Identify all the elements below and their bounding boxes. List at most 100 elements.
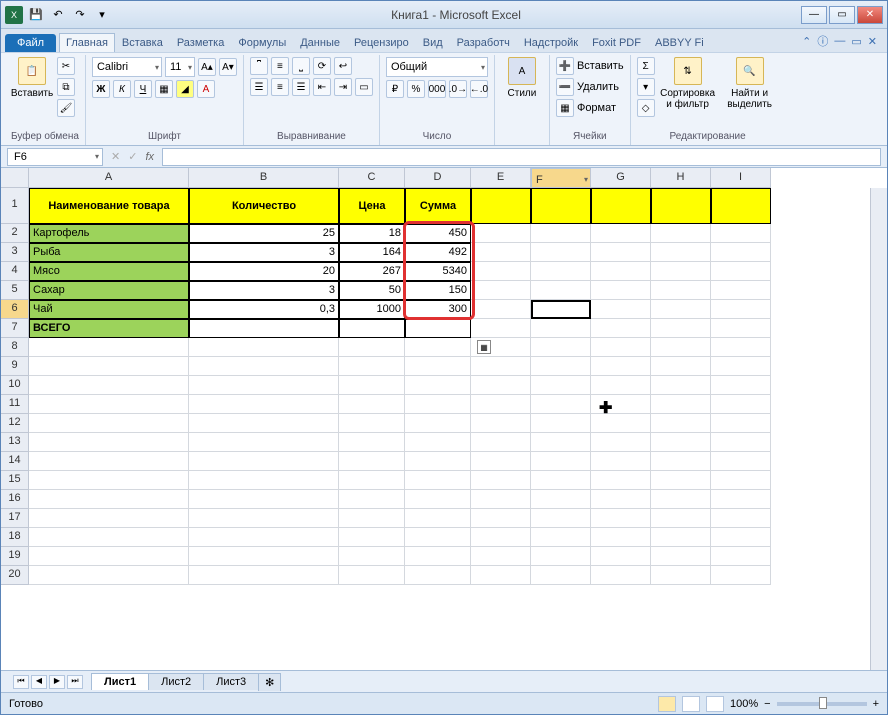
save-icon[interactable]: 💾	[27, 6, 45, 24]
row-header-1[interactable]: 1	[1, 188, 29, 224]
cell-B6[interactable]: 0,3	[189, 300, 339, 319]
cell-F5[interactable]	[531, 281, 591, 300]
cell-E4[interactable]	[471, 262, 531, 281]
autosum-icon[interactable]: Σ	[637, 57, 655, 75]
align-bottom-icon[interactable]: ⎵	[292, 57, 310, 75]
col-header-I[interactable]: I	[711, 168, 771, 188]
cell-A1[interactable]: Наименование товара	[29, 188, 189, 224]
decrease-indent-icon[interactable]: ⇤	[313, 78, 331, 96]
ribbon-minimize-icon[interactable]: ⌃	[802, 35, 811, 48]
tab-developer[interactable]: Разработч	[450, 33, 517, 52]
enter-formula-icon[interactable]: ✓	[128, 150, 137, 163]
cancel-formula-icon[interactable]: ✕	[111, 150, 120, 163]
tab-formulas[interactable]: Формулы	[231, 33, 293, 52]
cell-E7[interactable]	[471, 319, 531, 338]
row-header-20[interactable]: 20	[1, 566, 29, 585]
col-header-F[interactable]: F	[531, 168, 591, 188]
cell-D5[interactable]: 150	[405, 281, 471, 300]
zoom-slider[interactable]	[777, 702, 867, 706]
cell-H4[interactable]	[651, 262, 711, 281]
row-header-8[interactable]: 8	[1, 338, 29, 357]
clear-icon[interactable]: ◇	[637, 99, 655, 117]
mdi-minimize-icon[interactable]: —	[834, 35, 845, 47]
cell-G2[interactable]	[591, 224, 651, 243]
page-layout-view-button[interactable]	[682, 696, 700, 712]
align-left-icon[interactable]: ☰	[250, 78, 268, 96]
cell-C3[interactable]: 164	[339, 243, 405, 262]
cell-C6[interactable]: 1000	[339, 300, 405, 319]
copy-icon[interactable]: ⧉	[57, 78, 75, 96]
delete-cells-icon[interactable]: ➖	[556, 78, 574, 96]
formula-input[interactable]	[162, 148, 881, 166]
cell-I2[interactable]	[711, 224, 771, 243]
cell-D6[interactable]: 300	[405, 300, 471, 319]
zoom-in-button[interactable]: +	[873, 698, 879, 710]
cell-A6[interactable]: Чай	[29, 300, 189, 319]
tab-foxit[interactable]: Foxit PDF	[585, 33, 648, 52]
underline-button[interactable]: Ч	[134, 80, 152, 98]
fill-color-icon[interactable]: ◢	[176, 80, 194, 98]
sheet-nav-first[interactable]: ⏮	[13, 675, 29, 689]
cell-B3[interactable]: 3	[189, 243, 339, 262]
cell-F1[interactable]	[531, 188, 591, 224]
row-header-5[interactable]: 5	[1, 281, 29, 300]
format-cells-label[interactable]: Формат	[577, 102, 616, 114]
cell-F3[interactable]	[531, 243, 591, 262]
cell-I4[interactable]	[711, 262, 771, 281]
insert-cells-icon[interactable]: ➕	[556, 57, 574, 75]
sheet-tab-2[interactable]: Лист2	[148, 673, 204, 690]
tab-layout[interactable]: Разметка	[170, 33, 232, 52]
col-header-E[interactable]: E	[471, 168, 531, 188]
orientation-icon[interactable]: ⟳	[313, 57, 331, 75]
vertical-scrollbar[interactable]	[870, 188, 887, 670]
align-middle-icon[interactable]: ≡	[271, 57, 289, 75]
format-painter-icon[interactable]: 🖌	[57, 99, 75, 117]
cell-F6[interactable]	[531, 300, 591, 319]
col-header-A[interactable]: A	[29, 168, 189, 188]
font-color-icon[interactable]: A	[197, 80, 215, 98]
cell-E6[interactable]	[471, 300, 531, 319]
undo-icon[interactable]: ↶	[49, 6, 67, 24]
mdi-close-icon[interactable]: ✕	[868, 35, 877, 48]
fx-icon[interactable]: fx	[145, 151, 154, 163]
cell-D3[interactable]: 492	[405, 243, 471, 262]
wrap-text-icon[interactable]: ↩	[334, 57, 352, 75]
border-icon[interactable]: ▦	[155, 80, 173, 98]
close-button[interactable]: ✕	[857, 6, 883, 24]
minimize-button[interactable]: —	[801, 6, 827, 24]
paste-button[interactable]: 📋 Вставить	[11, 57, 53, 117]
cell-B5[interactable]: 3	[189, 281, 339, 300]
zoom-out-button[interactable]: −	[764, 698, 770, 710]
increase-indent-icon[interactable]: ⇥	[334, 78, 352, 96]
row-header-19[interactable]: 19	[1, 547, 29, 566]
tab-addins[interactable]: Надстройк	[517, 33, 585, 52]
cell-G6[interactable]	[591, 300, 651, 319]
cell-I6[interactable]	[711, 300, 771, 319]
cell-C7[interactable]	[339, 319, 405, 338]
sheet-nav-last[interactable]: ⏭	[67, 675, 83, 689]
decrease-font-icon[interactable]: A▾	[219, 58, 237, 76]
tab-view[interactable]: Вид	[416, 33, 450, 52]
font-size-select[interactable]: 11	[165, 57, 195, 77]
cell-E5[interactable]	[471, 281, 531, 300]
sheet-nav-next[interactable]: ▶	[49, 675, 65, 689]
format-cells-icon[interactable]: ▦	[556, 99, 574, 117]
cell-E3[interactable]	[471, 243, 531, 262]
bold-button[interactable]: Ж	[92, 80, 110, 98]
cell-F4[interactable]	[531, 262, 591, 281]
cell-H1[interactable]	[651, 188, 711, 224]
increase-decimal-icon[interactable]: .0→	[449, 80, 467, 98]
cell-H7[interactable]	[651, 319, 711, 338]
cell-H5[interactable]	[651, 281, 711, 300]
file-tab[interactable]: Файл	[5, 34, 56, 52]
cell-A3[interactable]: Рыба	[29, 243, 189, 262]
tab-review[interactable]: Рецензиро	[347, 33, 416, 52]
row-header-18[interactable]: 18	[1, 528, 29, 547]
cell-A7[interactable]: ВСЕГО	[29, 319, 189, 338]
new-sheet-button[interactable]: ✻	[258, 673, 281, 691]
cell-grid[interactable]: Наименование товара Количество Цена Сумм…	[29, 188, 771, 670]
cell-G3[interactable]	[591, 243, 651, 262]
tab-data[interactable]: Данные	[293, 33, 347, 52]
cell-A2[interactable]: Картофель	[29, 224, 189, 243]
cell-D2[interactable]: 450	[405, 224, 471, 243]
